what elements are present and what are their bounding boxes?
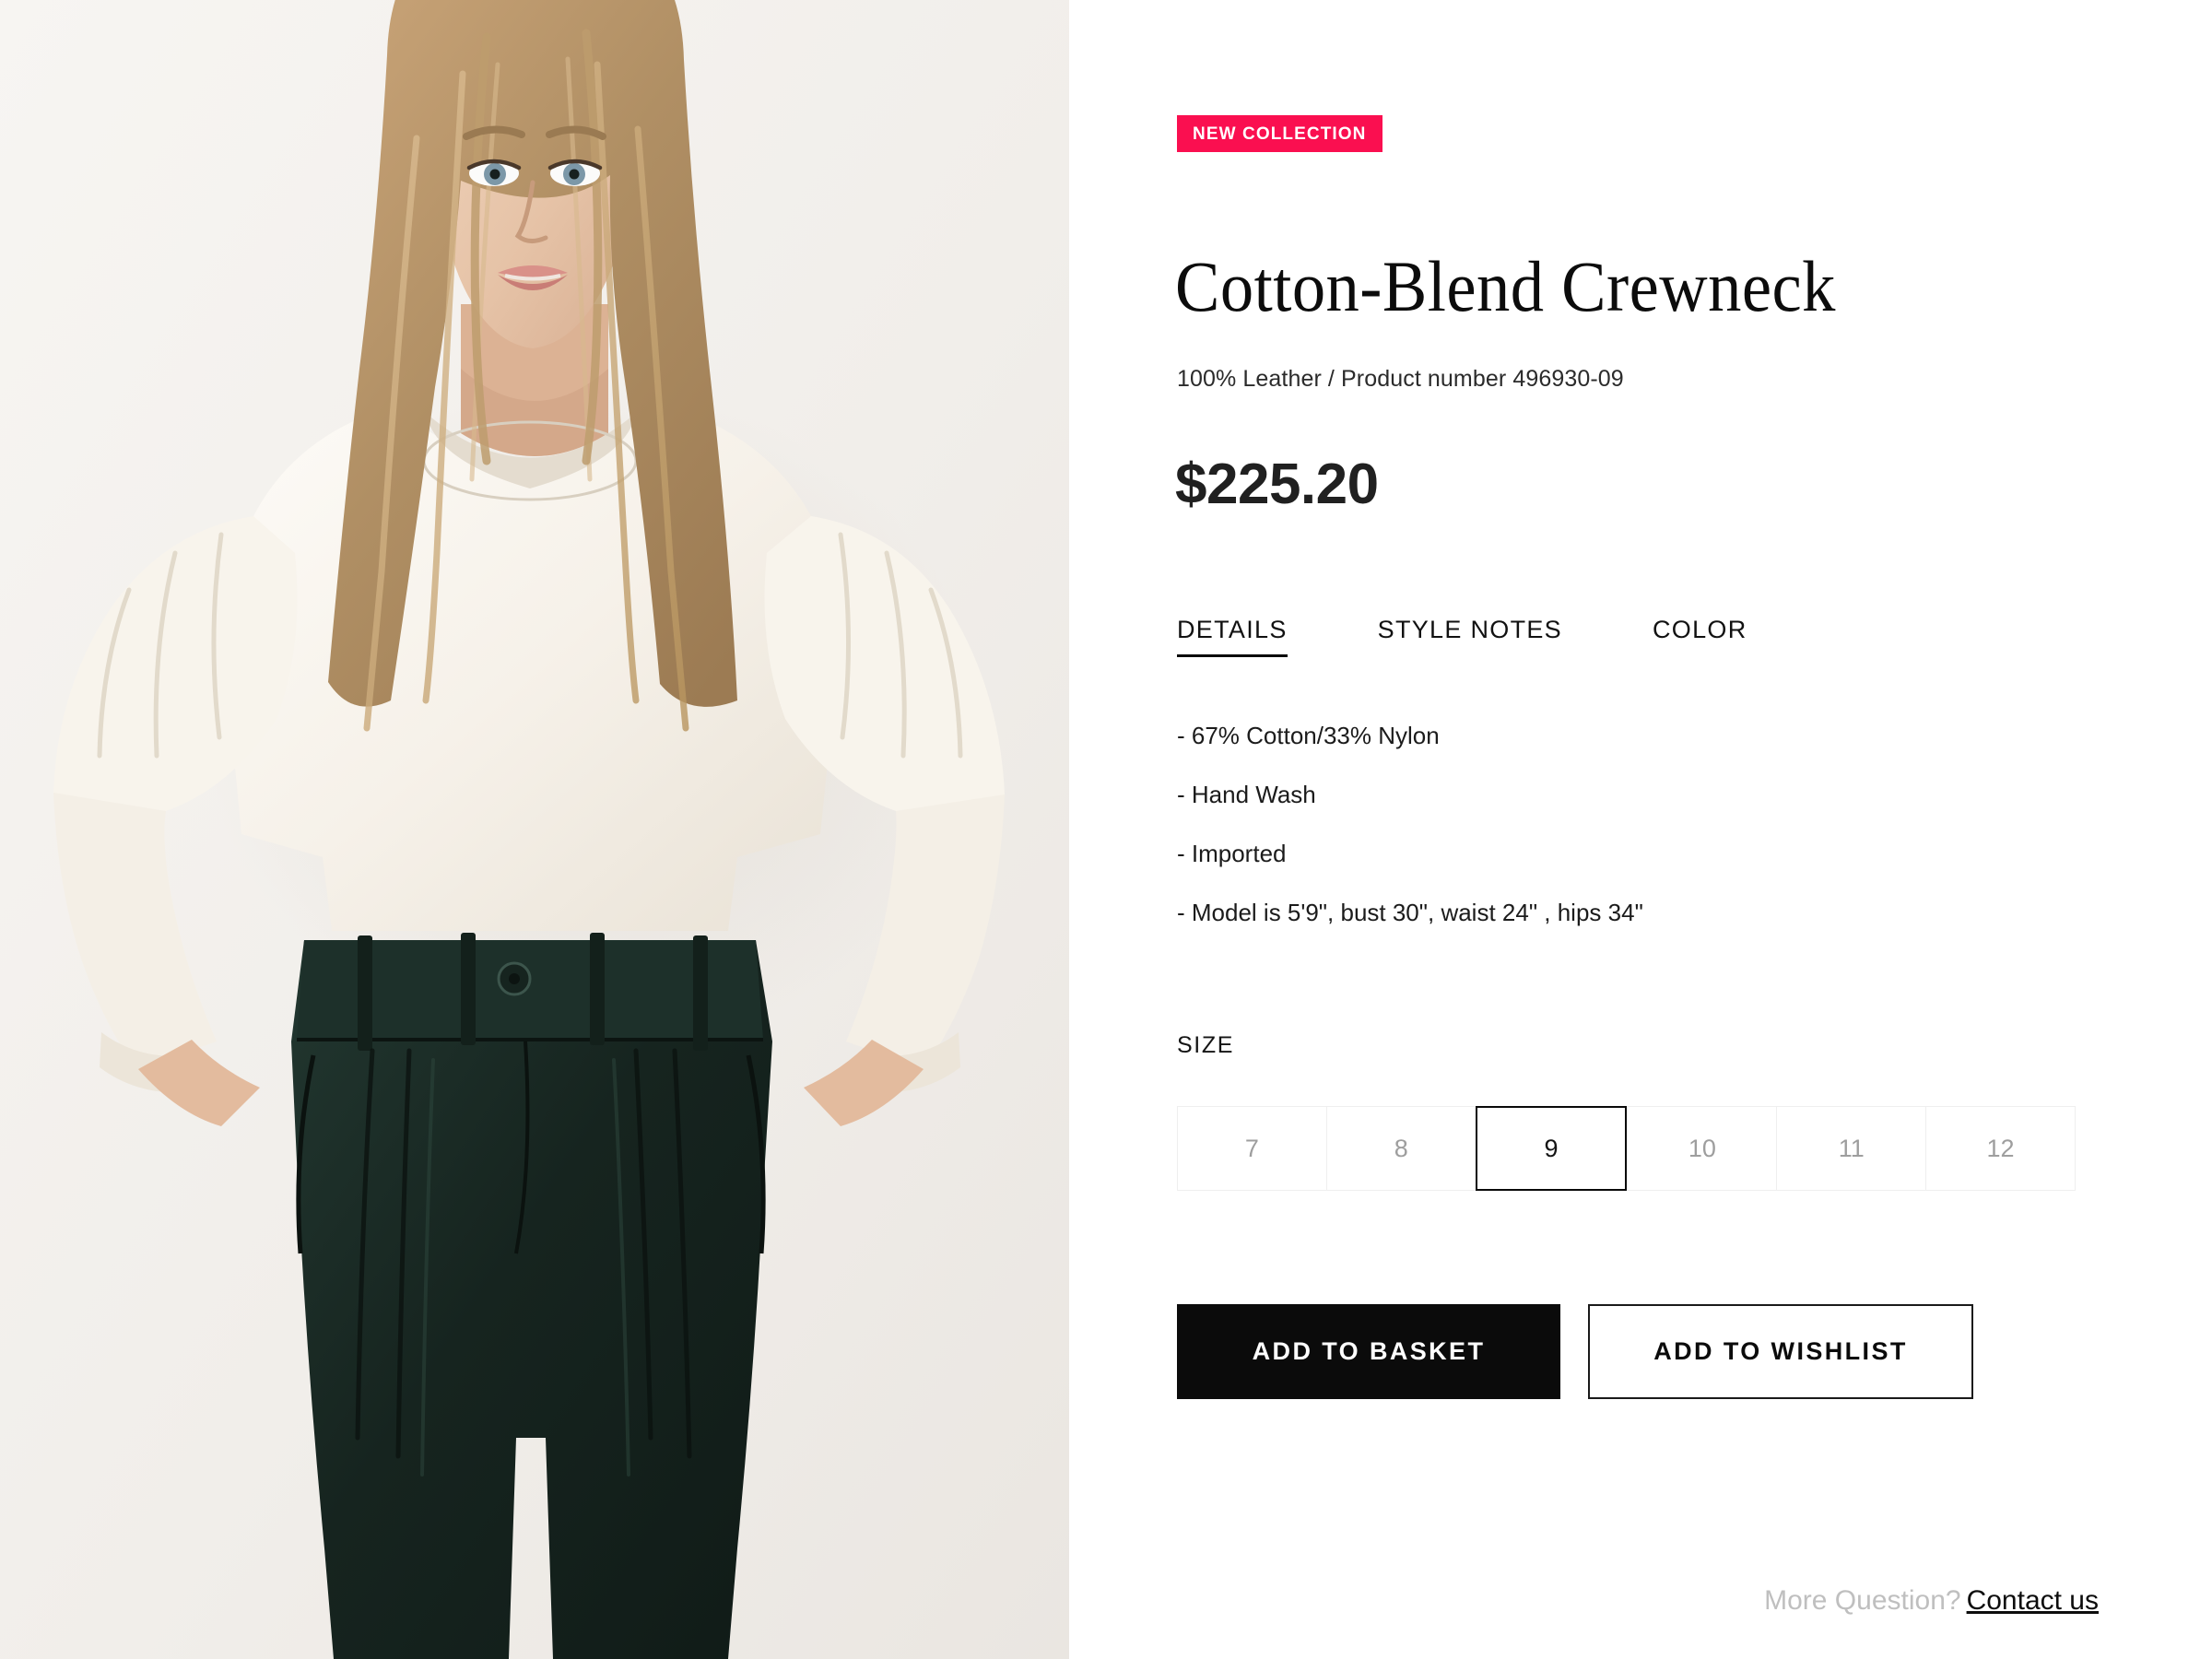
size-option-8[interactable]: 8 (1325, 1106, 1476, 1191)
add-to-basket-button[interactable]: ADD TO BASKET (1177, 1304, 1560, 1399)
detail-item: - Model is 5'9", bust 30", waist 24" , h… (1177, 899, 1643, 926)
tab-color[interactable]: COLOR (1653, 616, 1747, 657)
tab-style-notes[interactable]: STYLE NOTES (1378, 616, 1562, 657)
product-price: $225.20 (1175, 453, 1379, 516)
product-page: NEW COLLECTION Cotton-Blend Crewneck 100… (0, 0, 2212, 1659)
size-selector[interactable]: 7 8 9 10 11 12 (1177, 1106, 2076, 1191)
details-list: - 67% Cotton/33% Nylon - Hand Wash - Imp… (1177, 724, 2006, 959)
page-title: Cotton-Blend Crewneck (1175, 246, 1836, 326)
product-subtitle: 100% Leather / Product number 496930-09 (1177, 366, 1624, 392)
size-option-11[interactable]: 11 (1776, 1106, 1926, 1191)
size-option-7[interactable]: 7 (1177, 1106, 1326, 1191)
product-info-panel: NEW COLLECTION Cotton-Blend Crewneck 100… (1069, 0, 2212, 1659)
info-tabs: DETAILS STYLE NOTES COLOR (1177, 616, 1838, 657)
status-badge: NEW COLLECTION (1177, 115, 1382, 152)
more-question-label: More Question? (1764, 1585, 1961, 1616)
tab-details[interactable]: DETAILS (1177, 616, 1288, 657)
detail-item: - 67% Cotton/33% Nylon (1177, 722, 1440, 749)
product-photo[interactable] (0, 0, 1069, 1659)
detail-item: - Imported (1177, 840, 1287, 867)
add-to-wishlist-button[interactable]: ADD TO WISHLIST (1588, 1304, 1973, 1399)
product-gallery[interactable] (0, 0, 1069, 1659)
size-option-9[interactable]: 9 (1475, 1106, 1628, 1191)
footer-contact: More Question? Contact us (1764, 1585, 2206, 1617)
size-label: SIZE (1177, 1032, 1234, 1058)
detail-item: - Hand Wash (1177, 781, 1316, 808)
size-option-12[interactable]: 12 (1925, 1106, 2076, 1191)
size-option-10[interactable]: 10 (1627, 1106, 1777, 1191)
action-buttons: ADD TO BASKET ADD TO WISHLIST (1177, 1304, 1973, 1399)
contact-us-link[interactable]: Contact us (1967, 1585, 2099, 1616)
